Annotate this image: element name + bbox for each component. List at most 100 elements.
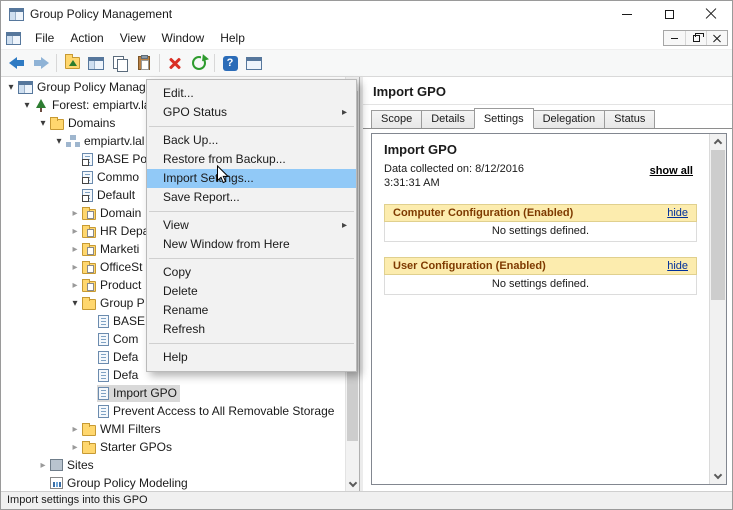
toolbar-console-tree-button[interactable] [84, 52, 108, 74]
toolbar-separator [214, 54, 215, 72]
menubar-item-file[interactable]: File [27, 27, 62, 49]
tree-item-label: Defa [113, 350, 138, 364]
expand-arrow-placeholder [69, 168, 81, 186]
tree-item-label: Commo [97, 170, 139, 184]
tab-scope[interactable]: Scope [371, 110, 422, 128]
expand-arrow-icon[interactable] [69, 438, 81, 456]
menu-item-gpo-status[interactable]: GPO Status [147, 103, 356, 122]
tab-delegation[interactable]: Delegation [533, 110, 606, 128]
tree-item[interactable]: Prevent Access to All Removable Storage [1, 402, 345, 420]
tree-item[interactable]: WMI Filters [1, 420, 345, 438]
toolbar-console-window-button[interactable] [242, 52, 266, 74]
expand-arrow-icon[interactable] [37, 114, 49, 132]
tree-item-label: Product [100, 278, 141, 292]
menu-item-copy[interactable]: Copy [147, 263, 356, 282]
tree-item-main: Com [97, 331, 141, 348]
menu-item-refresh[interactable]: Refresh [147, 320, 356, 339]
tree-item[interactable]: Sites [1, 456, 345, 474]
expand-arrow-placeholder [85, 402, 97, 420]
menu-item-edit[interactable]: Edit... [147, 84, 356, 103]
tree-item[interactable]: Group Policy Modeling [1, 474, 345, 491]
scroll-up-button[interactable] [710, 134, 726, 150]
toolbar-paste-button[interactable] [132, 52, 156, 74]
expand-arrow-placeholder [85, 366, 97, 384]
tab-details[interactable]: Details [421, 110, 475, 128]
scroll-down-button[interactable] [346, 477, 359, 491]
report-scrollbar[interactable] [709, 134, 726, 484]
expand-arrow-icon[interactable] [21, 96, 33, 114]
menu-item-new-window-from-here[interactable]: New Window from Here [147, 235, 356, 254]
hide-link[interactable]: hide [667, 207, 688, 219]
menu-separator [149, 211, 354, 212]
maximize-icon [665, 10, 674, 19]
tree-item-main: Forest: empiartv.lal [33, 97, 156, 114]
section-header[interactable]: Computer Configuration (Enabled)hide [384, 204, 697, 222]
close-icon [713, 34, 721, 42]
gpo-link-icon [82, 153, 93, 166]
maximize-button[interactable] [648, 1, 690, 27]
expand-arrow-icon[interactable] [69, 258, 81, 276]
menu-item-back-up[interactable]: Back Up... [147, 131, 356, 150]
chevron-up-icon [714, 139, 722, 147]
help-icon [223, 56, 238, 71]
close-button[interactable] [690, 1, 732, 27]
child-close-button[interactable] [706, 31, 727, 45]
menubar-item-help[interactable]: Help [212, 27, 253, 49]
toolbar-copy-button[interactable] [108, 52, 132, 74]
tree-item[interactable]: Import GPO [1, 384, 345, 402]
menu-item-rename[interactable]: Rename [147, 301, 356, 320]
expand-arrow-icon[interactable] [5, 78, 17, 96]
tree-item-main: Defa [97, 367, 141, 384]
minimize-button[interactable] [606, 1, 648, 27]
tree-item-label: BASE Po [97, 152, 147, 166]
expand-arrow-icon[interactable] [69, 222, 81, 240]
folder-icon [82, 425, 96, 436]
pane-title: Import GPO [363, 77, 732, 105]
menu-item-save-report[interactable]: Save Report... [147, 188, 356, 207]
close-icon [705, 8, 717, 20]
menu-item-help[interactable]: Help [147, 348, 356, 367]
toolbar-delete-button[interactable] [163, 52, 187, 74]
context-menu: Edit... GPO Status Back Up...Restore from … [146, 79, 357, 372]
menubar-item-window[interactable]: Window [154, 27, 213, 49]
tree-item[interactable]: Starter GPOs [1, 438, 345, 456]
hide-link[interactable]: hide [667, 260, 688, 272]
toolbar-back-button[interactable] [5, 52, 29, 74]
menu-item-label: Copy [163, 265, 191, 279]
gpo-icon [98, 315, 109, 328]
menubar-item-view[interactable]: View [112, 27, 154, 49]
toolbar-refresh-button[interactable] [187, 52, 211, 74]
show-all-link[interactable]: show all [650, 165, 693, 177]
section-header[interactable]: User Configuration (Enabled)hide [384, 257, 697, 275]
toolbar-up-one-level-button[interactable] [60, 52, 84, 74]
expand-arrow-icon[interactable] [37, 456, 49, 474]
child-restore-button[interactable] [685, 31, 706, 45]
ou-icon [82, 245, 96, 256]
menu-item-label: Save Report... [163, 190, 240, 204]
toolbar [1, 50, 732, 77]
tab-settings[interactable]: Settings [474, 108, 534, 129]
expand-arrow-icon[interactable] [69, 276, 81, 294]
expand-arrow-icon[interactable] [69, 420, 81, 438]
menu-item-view[interactable]: View [147, 216, 356, 235]
menu-item-delete[interactable]: Delete [147, 282, 356, 301]
expand-arrow-icon[interactable] [69, 204, 81, 222]
expand-arrow-icon[interactable] [69, 294, 81, 312]
child-minimize-button[interactable] [664, 31, 685, 45]
toolbar-help-button[interactable] [218, 52, 242, 74]
scroll-down-button[interactable] [710, 468, 726, 484]
tab-status[interactable]: Status [604, 110, 655, 128]
menubar-item-action[interactable]: Action [62, 27, 111, 49]
paste-icon [138, 56, 150, 70]
scroll-thumb[interactable] [711, 150, 725, 300]
group-policy-management-window: Group Policy Management FileActionViewWi… [0, 0, 733, 510]
expand-arrow-placeholder [85, 348, 97, 366]
menu-item-import-settings[interactable]: Import Settings... [147, 169, 356, 188]
tree-item-label: Import GPO [113, 386, 177, 400]
menu-item-restore-from-backup[interactable]: Restore from Backup... [147, 150, 356, 169]
toolbar-forward-button[interactable] [29, 52, 53, 74]
menu-item-label: Edit... [163, 86, 194, 100]
expand-arrow-icon[interactable] [69, 240, 81, 258]
ou-icon [82, 209, 96, 220]
expand-arrow-icon[interactable] [53, 132, 65, 150]
